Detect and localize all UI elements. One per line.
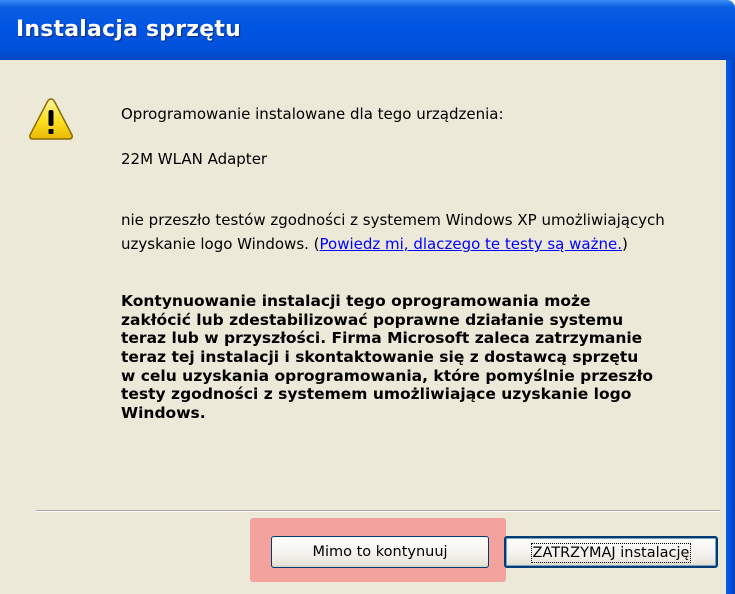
window-right-border [726,60,735,594]
warning-line: teraz lub w przyszłości. Firma Microsoft… [121,329,643,348]
hardware-installation-dialog: Instalacja sprzętu Oprogramowanie instal… [0,0,735,594]
warning-line: teraz tej instalacji i skontaktowanie si… [121,348,639,367]
continue-anyway-label: Mimo to kontynuuj [312,544,448,560]
separator-line [36,510,720,512]
title-bar[interactable]: Instalacja sprzętu [0,0,735,60]
warning-line: testy zgodności z systemem umożliwiające… [121,385,632,404]
warning-line: Kontynuowanie instalacji tego oprogramow… [121,292,591,310]
warning-line: w celu uzyskania oprogramowania, które p… [121,366,654,385]
why-tests-important-link[interactable]: Powiedz mi, dlaczego te testy są ważne. [320,235,622,253]
not-tested-text-line1: nie przeszło testów zgodności z systemem… [121,211,665,229]
warning-line: zakłócić lub zdestabilizować poprawne dz… [121,310,624,329]
continue-anyway-button[interactable]: Mimo to kontynuuj [271,536,489,568]
warning-line: Windows. [121,404,206,423]
stop-installation-button[interactable]: ZATRZYMAJ instalację [504,536,718,568]
not-tested-suffix: ) [621,235,628,253]
warning-message: Kontynuowanie instalacji tego oprogramow… [121,292,653,423]
not-tested-text-line2: uzyskanie logo Windows. (Powiedz mi, dla… [121,235,628,253]
software-heading: Oprogramowanie instalowane dla tego urzą… [121,105,504,123]
device-name: 22M WLAN Adapter [121,150,268,168]
window-title: Instalacja sprzętu [16,17,241,42]
warning-icon [29,98,73,140]
not-tested-prefix: uzyskanie logo Windows. ( [121,235,320,253]
stop-installation-label: ZATRZYMAJ instalację [530,543,692,563]
